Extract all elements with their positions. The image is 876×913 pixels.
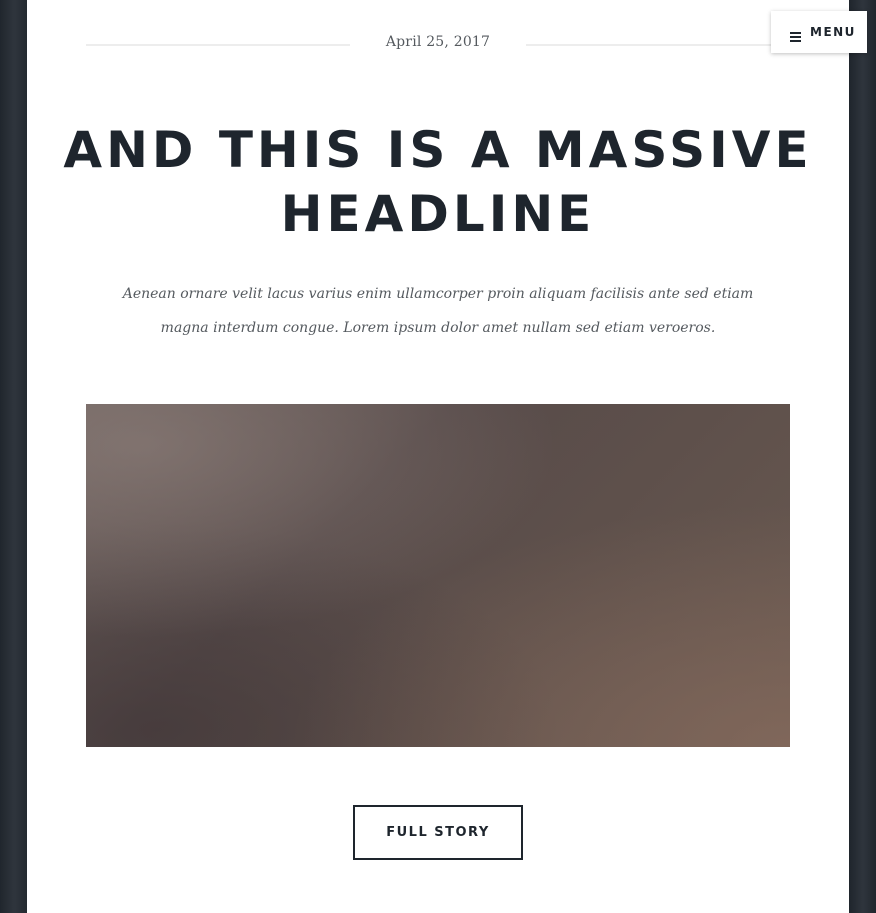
post-date: April 25, 2017 — [385, 34, 491, 50]
full-story-button[interactable]: Full Story — [353, 805, 523, 860]
main-content: April 25, 2017 And this is a massive hea… — [27, 0, 849, 913]
post-meta: April 25, 2017 — [86, 30, 790, 58]
post-image[interactable] — [86, 404, 790, 747]
menu-label: Menu — [810, 25, 856, 39]
hamburger-icon — [790, 27, 801, 42]
post-excerpt: Aenean ornare velit lacus varius enim ul… — [122, 286, 754, 336]
right-border — [849, 0, 876, 913]
menu-button[interactable]: Menu — [771, 11, 867, 53]
divider — [86, 44, 350, 46]
divider — [526, 44, 790, 46]
post-headline[interactable]: And this is a massive headline — [47, 118, 829, 246]
